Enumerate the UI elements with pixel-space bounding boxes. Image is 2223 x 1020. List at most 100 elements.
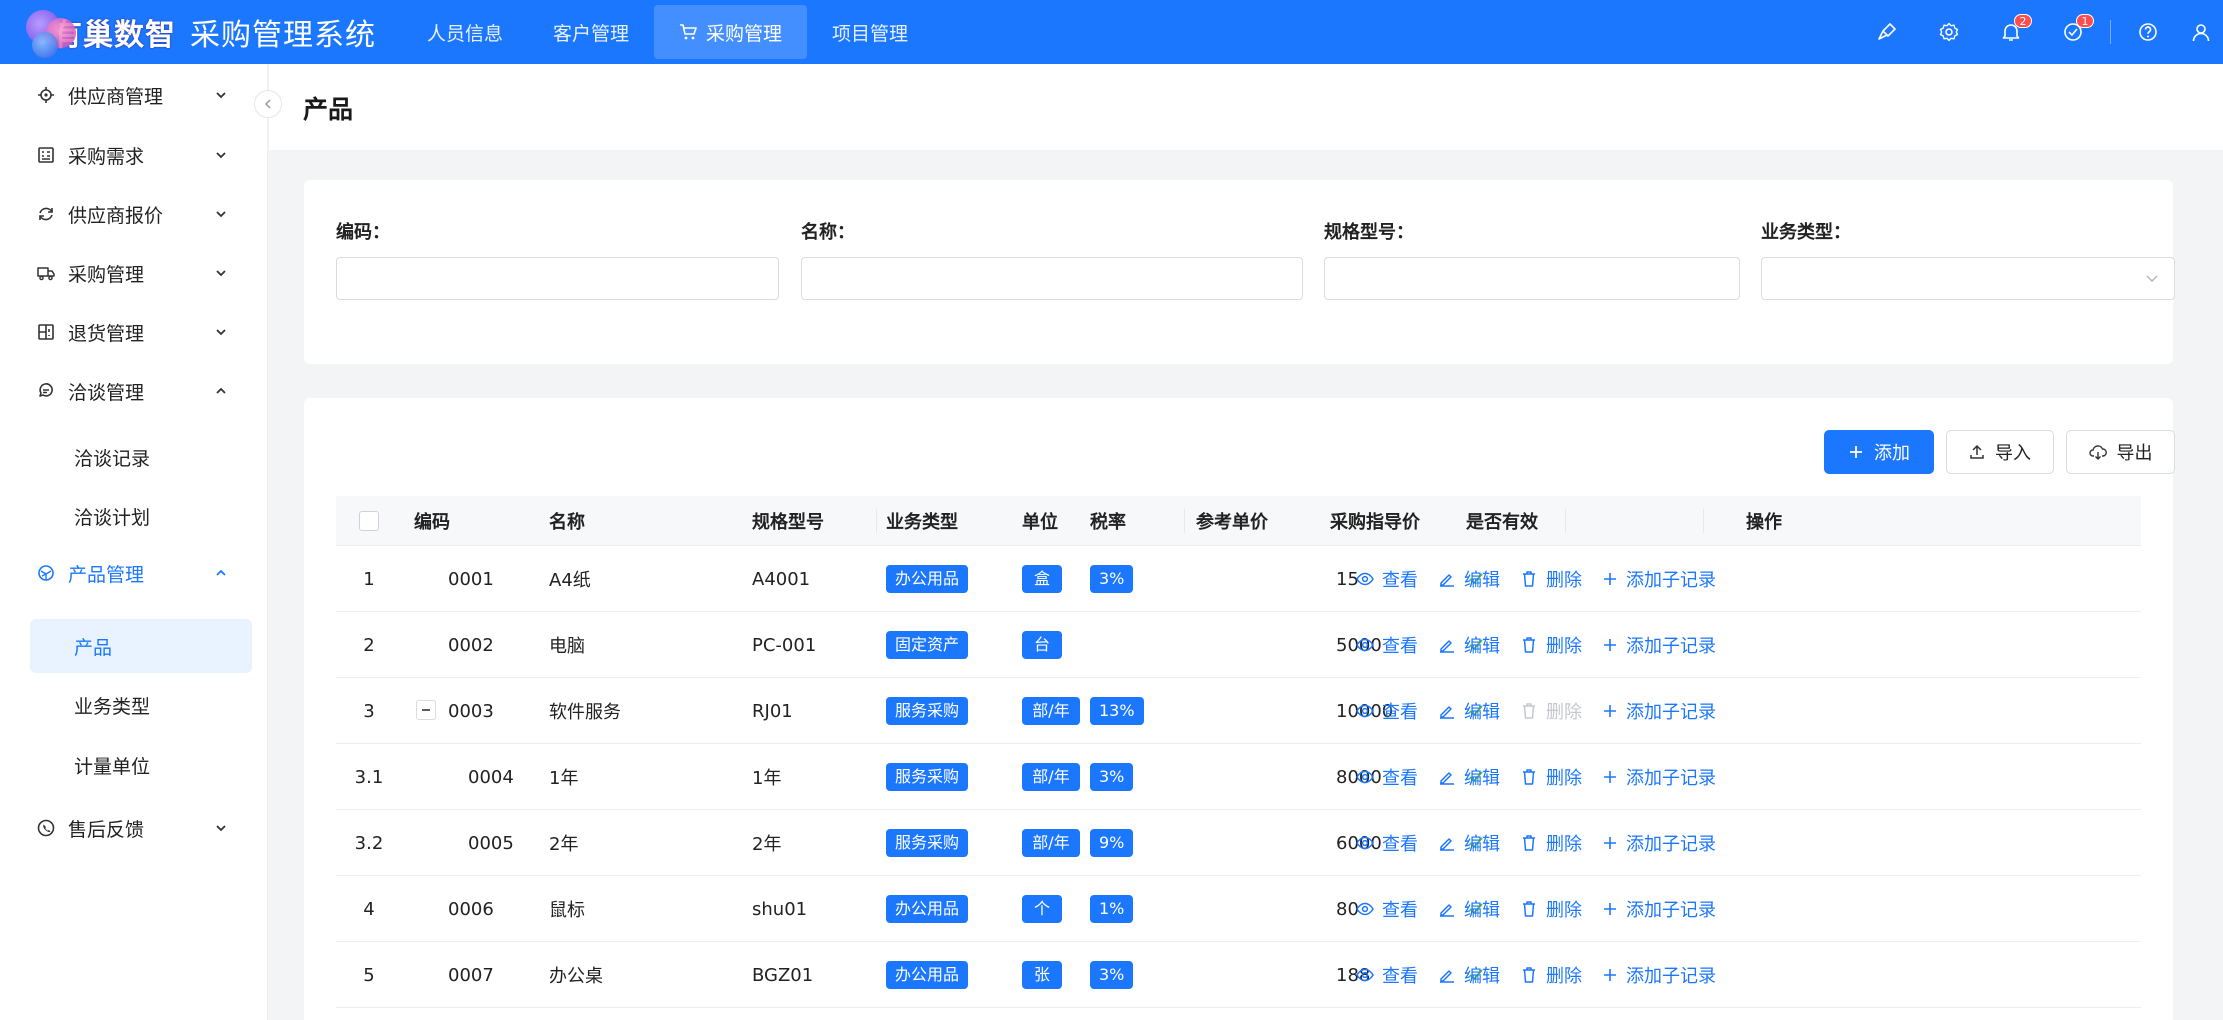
spec-field[interactable] (1324, 257, 1740, 300)
biz-type-input[interactable] (1762, 258, 2174, 299)
sidebar-subitem-business-type[interactable]: 业务类型 (30, 678, 252, 732)
trash-icon (1520, 768, 1538, 786)
table-row: 4 0006 鼠标 shu01 办公用品个 1% 80 查看 编辑 删除 添加子记录 (336, 876, 2141, 942)
sidebar-item-demand[interactable]: 采购需求 (0, 133, 268, 177)
code-field[interactable] (336, 257, 779, 300)
import-button[interactable]: 导入 (1946, 430, 2054, 474)
bell-icon[interactable]: 2 (1980, 0, 2042, 64)
edit-button[interactable]: 编辑 (1438, 830, 1500, 856)
plus-icon (1602, 901, 1618, 917)
chevron-down-icon (212, 146, 230, 164)
nav-item-procurement[interactable]: 采购管理 (654, 5, 808, 59)
logo-mark-icon (22, 4, 78, 60)
sidebar-item-quotes[interactable]: 供应商报价 (0, 192, 268, 236)
row-index: 3.2 (354, 832, 384, 854)
edit-button[interactable]: 编辑 (1438, 896, 1500, 922)
nav-label: 人员信息 (427, 22, 504, 45)
add-child-button[interactable]: 添加子记录 (1602, 962, 1716, 988)
edit-label: 编辑 (1464, 570, 1500, 591)
sidebar-item-procurement[interactable]: 采购管理 (0, 251, 268, 295)
edit-button[interactable]: 编辑 (1438, 632, 1500, 658)
sidebar-item-negotiation[interactable]: 洽谈管理 (0, 369, 268, 413)
delete-button[interactable]: 删除 (1520, 632, 1582, 658)
delete-button[interactable]: 删除 (1520, 896, 1582, 922)
add-button[interactable]: 添加 (1824, 430, 1934, 474)
sidebar-item-suppliers[interactable]: 供应商管理 (0, 73, 268, 117)
trash-icon (1520, 834, 1538, 852)
nav-item-staff[interactable]: 人员信息 (402, 5, 528, 59)
biz-type-label: 业务类型： (1761, 222, 1851, 243)
truck-icon (36, 263, 56, 283)
view-button[interactable]: 查看 (1356, 896, 1418, 922)
sidebar-item-label: 采购管理 (68, 263, 145, 286)
add-child-button[interactable]: 添加子记录 (1602, 698, 1716, 724)
add-child-button[interactable]: 添加子记录 (1602, 632, 1716, 658)
edit-icon (1438, 966, 1456, 984)
edit-icon (1438, 834, 1456, 852)
sidebar-item-product-management[interactable]: 产品管理 (0, 551, 268, 595)
help-icon[interactable] (2117, 0, 2179, 64)
table-row: 5 0007 办公桌 BGZ01 办公用品张 3% 188 查看 编辑 删除 添加子记录 (336, 942, 2141, 1008)
select-all-checkbox[interactable] (359, 511, 379, 531)
view-label: 查看 (1382, 702, 1418, 723)
row-actions: 查看 编辑 删除 添加子记录 (1356, 942, 1736, 1008)
nav-item-customers[interactable]: 客户管理 (528, 5, 654, 59)
view-button[interactable]: 查看 (1356, 566, 1418, 592)
edit-button[interactable]: 编辑 (1438, 764, 1500, 790)
chevron-down-icon (2144, 270, 2160, 290)
cell-name: 鼠标 (549, 900, 585, 921)
cell-code: 0006 (448, 898, 494, 920)
sidebar-subitem-unit[interactable]: 计量单位 (30, 738, 252, 792)
spec-input[interactable] (1325, 258, 1739, 299)
sidebar-item-after-sales[interactable]: 售后反馈 (0, 806, 268, 850)
cell-spec: RJ01 (752, 700, 793, 722)
col-ref-price: 参考单价 (1196, 512, 1268, 533)
edit-icon (1438, 900, 1456, 918)
code-input[interactable] (337, 258, 778, 299)
chevron-down-icon (212, 86, 230, 104)
biz-type-select[interactable] (1761, 257, 2175, 300)
name-field[interactable] (801, 257, 1303, 300)
view-button[interactable]: 查看 (1356, 830, 1418, 856)
check-circle-icon[interactable]: 1 (2042, 0, 2104, 64)
sidebar-subitem-negotiation-records[interactable]: 洽谈记录 (30, 430, 252, 484)
row-index: 5 (363, 964, 375, 986)
add-child-button[interactable]: 添加子记录 (1602, 896, 1716, 922)
export-button[interactable]: 导出 (2066, 430, 2175, 474)
add-child-button[interactable]: 添加子记录 (1602, 566, 1716, 592)
name-input[interactable] (802, 258, 1302, 299)
add-child-button[interactable]: 添加子记录 (1602, 764, 1716, 790)
cell-name: 电脑 (549, 636, 585, 657)
logo[interactable]: 有巢数智 (22, 0, 176, 64)
delete-button[interactable]: 删除 (1520, 764, 1582, 790)
table-row: 2 0002 电脑 PC-001 固定资产台 5000 查看 编辑 删除 添加子记录 (336, 612, 2141, 678)
code-label: 编码： (336, 222, 390, 243)
sidebar-collapse-button[interactable] (254, 90, 282, 118)
edit-button[interactable]: 编辑 (1438, 698, 1500, 724)
view-button[interactable]: 查看 (1356, 632, 1418, 658)
collapse-row-button[interactable] (416, 700, 436, 720)
unit-tag: 部/年 (1022, 829, 1080, 857)
chevron-left-icon (264, 99, 271, 109)
edit-button[interactable]: 编辑 (1438, 566, 1500, 592)
view-button[interactable]: 查看 (1356, 764, 1418, 790)
sidebar-item-returns[interactable]: 退货管理 (0, 310, 268, 354)
eye-icon (1356, 900, 1374, 918)
sidebar-subitem-negotiation-plan[interactable]: 洽谈计划 (30, 489, 252, 543)
plus-icon (1602, 967, 1618, 983)
delete-button[interactable]: 删除 (1520, 962, 1582, 988)
view-button[interactable]: 查看 (1356, 698, 1418, 724)
sidebar-subitem-product[interactable]: 产品 (30, 619, 252, 673)
add-child-button[interactable]: 添加子记录 (1602, 830, 1716, 856)
nav-item-projects[interactable]: 项目管理 (807, 5, 933, 59)
delete-button[interactable]: 删除 (1520, 830, 1582, 856)
delete-button[interactable]: 删除 (1520, 566, 1582, 592)
clean-icon[interactable] (1856, 0, 1918, 64)
column-divider (1703, 509, 1704, 533)
edit-button[interactable]: 编辑 (1438, 962, 1500, 988)
view-button[interactable]: 查看 (1356, 962, 1418, 988)
minus-icon (422, 709, 430, 711)
user-icon[interactable] (2179, 0, 2223, 64)
gear-icon[interactable] (1918, 0, 1980, 64)
edit-label: 编辑 (1464, 768, 1500, 789)
